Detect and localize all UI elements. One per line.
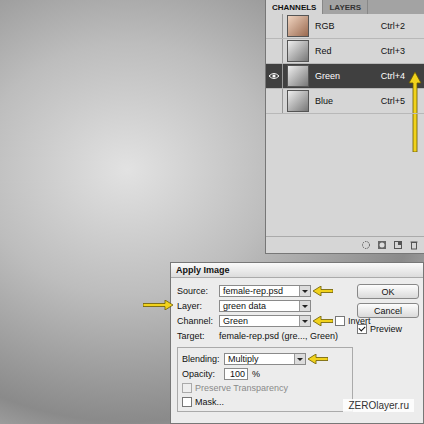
channel-row[interactable]: BlueCtrl+5: [266, 89, 424, 114]
preview-checkbox[interactable]: Preview: [357, 322, 419, 336]
dropdown-arrow-icon: [299, 286, 310, 296]
save-selection-icon[interactable]: [377, 240, 387, 250]
dropdown[interactable]: Multiply: [224, 353, 306, 365]
visibility-toggle[interactable]: [266, 89, 283, 113]
blending-group: Blending:MultiplyOpacity:100%Preserve Tr…: [177, 347, 353, 412]
channel-thumbnail: [287, 15, 309, 37]
trash-icon[interactable]: [409, 240, 419, 250]
field-row: Source:female-rep.psd: [177, 283, 353, 298]
channel-thumbnail: [287, 40, 309, 62]
new-channel-icon[interactable]: [393, 240, 403, 250]
field-row: Opacity:100%: [182, 366, 348, 381]
channel-name: Green: [315, 71, 381, 81]
field-label: Layer:: [177, 301, 217, 311]
field-label: Source:: [177, 286, 217, 296]
annotation-arrow-icon: [143, 300, 173, 310]
dropdown[interactable]: Green: [219, 315, 311, 327]
field-label: Channel:: [177, 316, 217, 326]
field-row: Channel:GreenInvert: [177, 313, 353, 328]
channel-name: Red: [315, 46, 381, 56]
target-row: Target:female-rep.psd (gre..., Green): [177, 328, 353, 343]
field-label: Target:: [177, 331, 217, 341]
unit-label: %: [250, 369, 260, 379]
dropdown-arrow-icon: [294, 354, 305, 364]
eye-icon: [268, 72, 280, 80]
channel-thumbnail: [287, 90, 309, 112]
annotation-arrow-icon: [308, 354, 328, 364]
opacity-input[interactable]: 100: [224, 368, 248, 380]
channel-row[interactable]: GreenCtrl+4: [266, 64, 424, 89]
field-label: Blending:: [182, 354, 222, 364]
preserve-transparency-checkbox[interactable]: Preserve Transparency: [182, 381, 348, 395]
channel-shortcut: Ctrl+3: [381, 46, 424, 56]
channel-row[interactable]: RedCtrl+3: [266, 39, 424, 64]
dropdown-arrow-icon: [299, 301, 310, 311]
panel-tab[interactable]: LAYERS: [323, 0, 368, 14]
dialog-button[interactable]: OK: [357, 284, 419, 299]
dropdown[interactable]: female-rep.psd: [219, 285, 311, 297]
channel-name: Blue: [315, 96, 381, 106]
channel-shortcut: Ctrl+5: [381, 96, 424, 106]
annotation-arrow-icon: [313, 316, 333, 326]
dialog-title: Apply Image: [171, 263, 423, 278]
field-label: Opacity:: [182, 369, 222, 379]
target-value: female-rep.psd (gre..., Green): [219, 331, 338, 341]
visibility-toggle[interactable]: [266, 64, 283, 88]
mask-checkbox[interactable]: Mask...: [182, 395, 348, 409]
field-row: Blending:Multiply: [182, 351, 348, 366]
visibility-toggle[interactable]: [266, 39, 283, 63]
watermark: ZEROlayer.ru: [343, 399, 414, 412]
visibility-toggle[interactable]: [266, 14, 283, 38]
annotation-arrow-icon: [313, 286, 333, 296]
field-row: Layer:green data: [177, 298, 353, 313]
channel-name: RGB: [315, 21, 381, 31]
channel-row[interactable]: RGBCtrl+2: [266, 14, 424, 39]
channels-panel: CHANNELSLAYERSRGBCtrl+2RedCtrl+3GreenCtr…: [265, 0, 424, 254]
load-selection-icon[interactable]: [361, 240, 371, 250]
annotation-arrow-icon: [408, 72, 422, 152]
dropdown-arrow-icon: [299, 316, 310, 326]
channel-thumbnail: [287, 65, 309, 87]
channel-shortcut: Ctrl+2: [381, 21, 424, 31]
panel-footer: [266, 236, 424, 253]
dropdown[interactable]: green data: [219, 300, 311, 312]
panel-tabs: CHANNELSLAYERS: [266, 0, 424, 14]
panel-tab[interactable]: CHANNELS: [266, 0, 323, 14]
screen: CHANNELSLAYERSRGBCtrl+2RedCtrl+3GreenCtr…: [0, 0, 424, 424]
channel-list: RGBCtrl+2RedCtrl+3GreenCtrl+4BlueCtrl+5: [266, 14, 424, 236]
